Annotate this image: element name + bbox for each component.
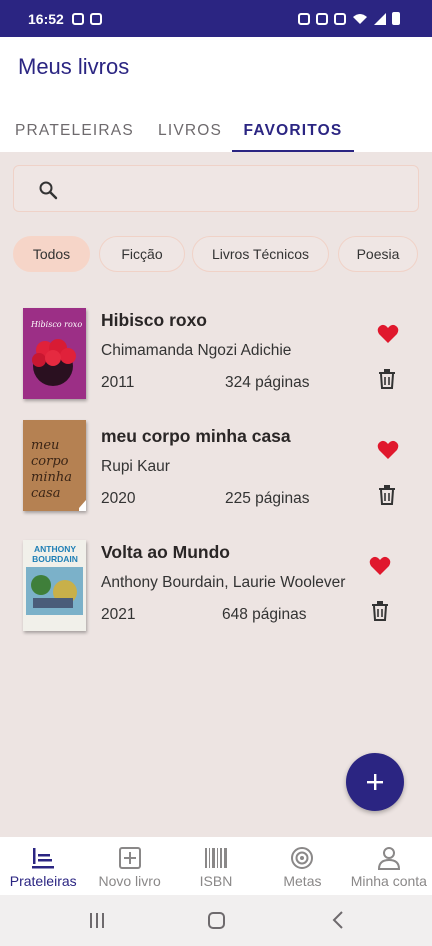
- book-title: Volta ao Mundo: [101, 542, 230, 562]
- nav-metas[interactable]: Metas: [259, 837, 345, 895]
- recent-apps-icon[interactable]: [90, 913, 104, 928]
- list-item[interactable]: Hibisco roxo Hibisco roxo Chimamanda Ngo…: [0, 307, 432, 407]
- bottom-navigation: Prateleiras Novo livro ISBN Metas Minha …: [0, 837, 432, 895]
- cover-text: meu corpo minha casa: [31, 438, 72, 501]
- chip-todos[interactable]: Todos: [13, 236, 90, 272]
- nav-label: Minha conta: [350, 873, 427, 889]
- favorite-heart-icon[interactable]: [377, 324, 399, 344]
- book-pages: 225 páginas: [225, 490, 310, 507]
- chip-poesia[interactable]: Poesia: [338, 236, 418, 272]
- tab-bar: PRATELEIRAS LIVROS FAVORITOS: [0, 110, 432, 152]
- page-title: Meus livros: [18, 54, 130, 79]
- cover-text: ANTHONY BOURDAIN: [32, 544, 78, 564]
- search-input[interactable]: [13, 165, 419, 212]
- list-item[interactable]: meu corpo minha casa meu corpo minha cas…: [0, 420, 432, 523]
- add-box-icon: [118, 847, 141, 869]
- cover-text: Hibisco roxo: [31, 320, 83, 329]
- book-year: 2020: [101, 490, 136, 507]
- trash-icon[interactable]: [378, 485, 396, 505]
- tab-favoritos[interactable]: FAVORITOS: [232, 110, 354, 152]
- nav-minha-conta[interactable]: Minha conta: [346, 837, 432, 895]
- nav-prateleiras[interactable]: Prateleiras: [0, 837, 86, 895]
- system-navigation-bar: [0, 895, 432, 946]
- book-cover: ANTHONY BOURDAIN: [23, 540, 86, 631]
- book-author: Rupi Kaur: [101, 458, 170, 475]
- search-icon: [39, 181, 58, 200]
- nav-label: Metas: [283, 873, 322, 889]
- book-cover: meu corpo minha casa: [23, 420, 86, 511]
- nav-isbn[interactable]: ISBN: [173, 837, 259, 895]
- battery-icon: [392, 12, 400, 25]
- book-title: Hibisco roxo: [101, 310, 207, 330]
- add-book-fab[interactable]: [346, 753, 404, 811]
- home-icon[interactable]: [208, 912, 225, 929]
- alarm-icon: [316, 12, 328, 25]
- plus-icon: [367, 774, 383, 790]
- nav-label: Novo livro: [98, 873, 161, 889]
- shelves-icon: [32, 848, 55, 869]
- tab-livros[interactable]: LIVROS: [158, 110, 222, 152]
- favorite-heart-icon[interactable]: [369, 556, 391, 576]
- trash-icon[interactable]: [378, 369, 396, 389]
- category-chips: Todos Ficção Livros Técnicos Poesia: [13, 236, 432, 272]
- notification-icon: [298, 12, 310, 25]
- person-icon: [377, 847, 400, 870]
- status-bar: 16:52: [0, 0, 432, 37]
- book-pages: 324 páginas: [225, 374, 310, 391]
- favorite-heart-icon[interactable]: [377, 440, 399, 460]
- status-time: 16:52: [28, 10, 64, 27]
- target-icon: [291, 847, 314, 869]
- book-author: Chimamanda Ngozi Adichie: [101, 342, 292, 359]
- book-cover: Hibisco roxo: [23, 308, 86, 399]
- signal-icon: [374, 12, 386, 25]
- app-bar: Meus livros PRATELEIRAS LIVROS FAVORITOS: [0, 37, 432, 152]
- mute-icon: [334, 12, 346, 25]
- book-title: meu corpo minha casa: [101, 426, 291, 446]
- instagram-icon: [71, 12, 84, 25]
- chip-livros-tecnicos[interactable]: Livros Técnicos: [192, 236, 329, 272]
- nav-label: ISBN: [199, 873, 233, 889]
- nav-label: Prateleiras: [9, 873, 77, 889]
- barcode-icon: [205, 848, 228, 868]
- chip-ficcao[interactable]: Ficção: [99, 236, 185, 272]
- tab-prateleiras[interactable]: PRATELEIRAS: [15, 110, 134, 152]
- book-author: Anthony Bourdain, Laurie Woolever: [101, 574, 346, 591]
- back-icon[interactable]: [332, 911, 344, 929]
- favorites-content: Todos Ficção Livros Técnicos Poesia Hibi…: [0, 152, 432, 837]
- trash-icon[interactable]: [371, 601, 389, 621]
- wifi-icon: [353, 13, 367, 24]
- book-year: 2021: [101, 606, 136, 623]
- book-year: 2011: [101, 374, 135, 391]
- screenshot-icon: [89, 12, 102, 25]
- book-pages: 648 páginas: [222, 606, 307, 623]
- list-item[interactable]: ANTHONY BOURDAIN Volta ao Mundo Anthony …: [0, 539, 432, 639]
- nav-novo-livro[interactable]: Novo livro: [86, 837, 172, 895]
